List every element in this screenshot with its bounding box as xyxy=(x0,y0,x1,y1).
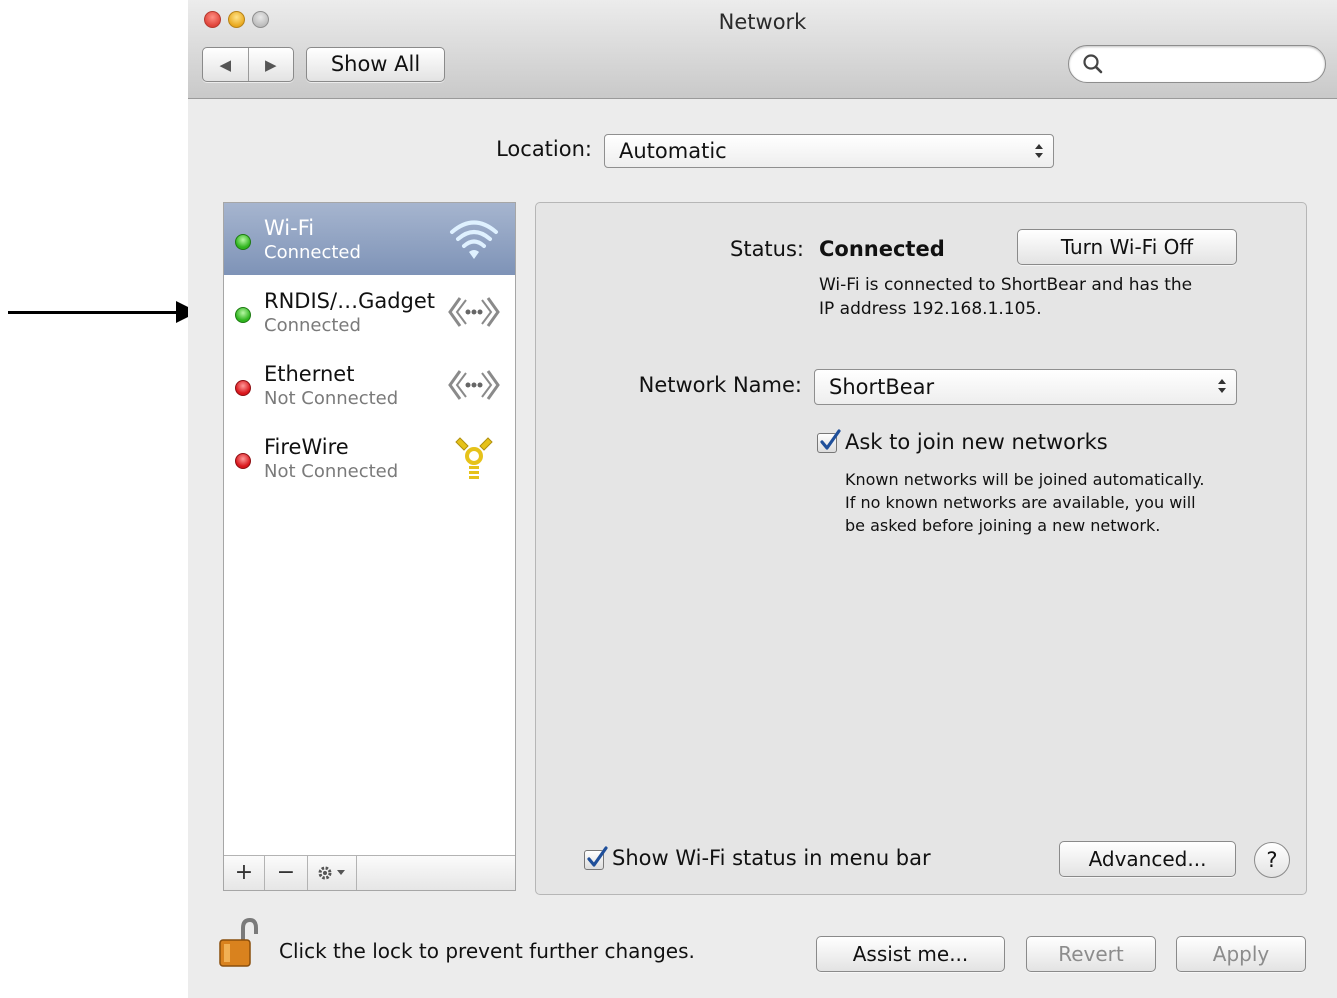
window-toolbar: Network ◀ ▶ Show All xyxy=(188,0,1337,99)
service-status: Not Connected xyxy=(264,461,399,482)
unlocked-padlock-icon[interactable] xyxy=(218,918,258,968)
search-input[interactable] xyxy=(1068,45,1326,83)
status-description-line: IP address 192.168.1.105. xyxy=(819,299,1042,319)
location-value: Automatic xyxy=(619,139,727,163)
wifi-icon xyxy=(450,220,498,259)
service-status: Connected xyxy=(264,242,361,263)
forward-arrow-icon[interactable]: ▶ xyxy=(247,48,294,81)
service-list: Wi-Fi Connected RNDIS/…Gadget Connected xyxy=(223,202,516,891)
service-item-ethernet[interactable]: Ethernet Not Connected xyxy=(224,349,515,421)
lock-status-text: Click the lock to prevent further change… xyxy=(279,939,695,963)
firewire-icon xyxy=(455,437,493,479)
network-name-value: ShortBear xyxy=(829,375,935,399)
search-icon xyxy=(1083,54,1103,74)
location-label: Location: xyxy=(496,137,592,161)
status-description: Wi-Fi is connected to ShortBear and has … xyxy=(819,273,1249,321)
service-status: Connected xyxy=(264,315,361,336)
wifi-detail-pane: Status: Connected Turn Wi-Fi Off Wi-Fi i… xyxy=(535,202,1307,895)
ethernet-icon xyxy=(448,297,500,327)
service-name: Ethernet xyxy=(264,362,355,386)
annotation-arrow-shaft xyxy=(8,311,180,314)
checkmark-icon xyxy=(587,846,608,867)
revert-button[interactable]: Revert xyxy=(1026,936,1156,972)
service-item-firewire[interactable]: FireWire Not Connected xyxy=(224,422,515,494)
remove-service-button[interactable]: − xyxy=(265,856,308,890)
location-popup[interactable]: Automatic xyxy=(604,134,1054,168)
service-name: FireWire xyxy=(264,435,349,459)
ask-to-join-description-line: Known networks will be joined automatica… xyxy=(845,470,1205,489)
service-status: Not Connected xyxy=(264,388,399,409)
gear-icon xyxy=(318,866,345,880)
status-value: Connected xyxy=(819,237,945,261)
service-name: RNDIS/…Gadget xyxy=(264,289,436,313)
status-dot-green-icon xyxy=(235,307,251,323)
show-all-button[interactable]: Show All xyxy=(306,47,445,82)
ask-to-join-description: Known networks will be joined automatica… xyxy=(845,468,1265,537)
service-list-toolbar: + − xyxy=(224,855,515,890)
action-menu-button[interactable] xyxy=(308,856,357,890)
status-dot-red-icon xyxy=(235,453,251,469)
status-dot-red-icon xyxy=(235,380,251,396)
ask-to-join-label[interactable]: Ask to join new networks xyxy=(845,430,1108,454)
network-name-label: Network Name: xyxy=(638,373,802,397)
show-wifi-status-checkbox[interactable] xyxy=(584,846,608,870)
add-service-button[interactable]: + xyxy=(224,856,265,890)
checkmark-icon xyxy=(820,429,841,450)
service-name: Wi-Fi xyxy=(264,216,315,240)
show-wifi-status-label[interactable]: Show Wi-Fi status in menu bar xyxy=(612,846,931,870)
status-description-line: Wi-Fi is connected to ShortBear and has … xyxy=(819,275,1193,295)
ask-to-join-description-line: If no known networks are available, you … xyxy=(845,493,1196,512)
ask-to-join-checkbox[interactable] xyxy=(817,429,841,453)
status-label: Status: xyxy=(730,237,804,261)
turn-wifi-off-button[interactable]: Turn Wi-Fi Off xyxy=(1017,229,1237,265)
service-item-rndis-gadget[interactable]: RNDIS/…Gadget Connected xyxy=(224,276,515,348)
back-forward-control: ◀ ▶ xyxy=(202,47,294,82)
network-preferences-window: Network ◀ ▶ Show All Location: Automatic… xyxy=(188,0,1337,998)
service-item-wifi[interactable]: Wi-Fi Connected xyxy=(224,203,515,275)
assist-me-button[interactable]: Assist me... xyxy=(816,936,1005,972)
back-arrow-icon[interactable]: ◀ xyxy=(203,48,248,81)
status-dot-green-icon xyxy=(235,234,251,250)
ask-to-join-description-line: be asked before joining a new network. xyxy=(845,516,1161,535)
help-button[interactable]: ? xyxy=(1254,842,1290,878)
window-title: Network xyxy=(718,10,807,34)
updown-arrows-icon xyxy=(1035,144,1043,158)
updown-arrows-icon xyxy=(1218,379,1226,393)
network-name-popup[interactable]: ShortBear xyxy=(814,369,1237,405)
apply-button[interactable]: Apply xyxy=(1176,936,1306,972)
advanced-button[interactable]: Advanced... xyxy=(1059,841,1236,877)
ethernet-icon xyxy=(448,370,500,400)
